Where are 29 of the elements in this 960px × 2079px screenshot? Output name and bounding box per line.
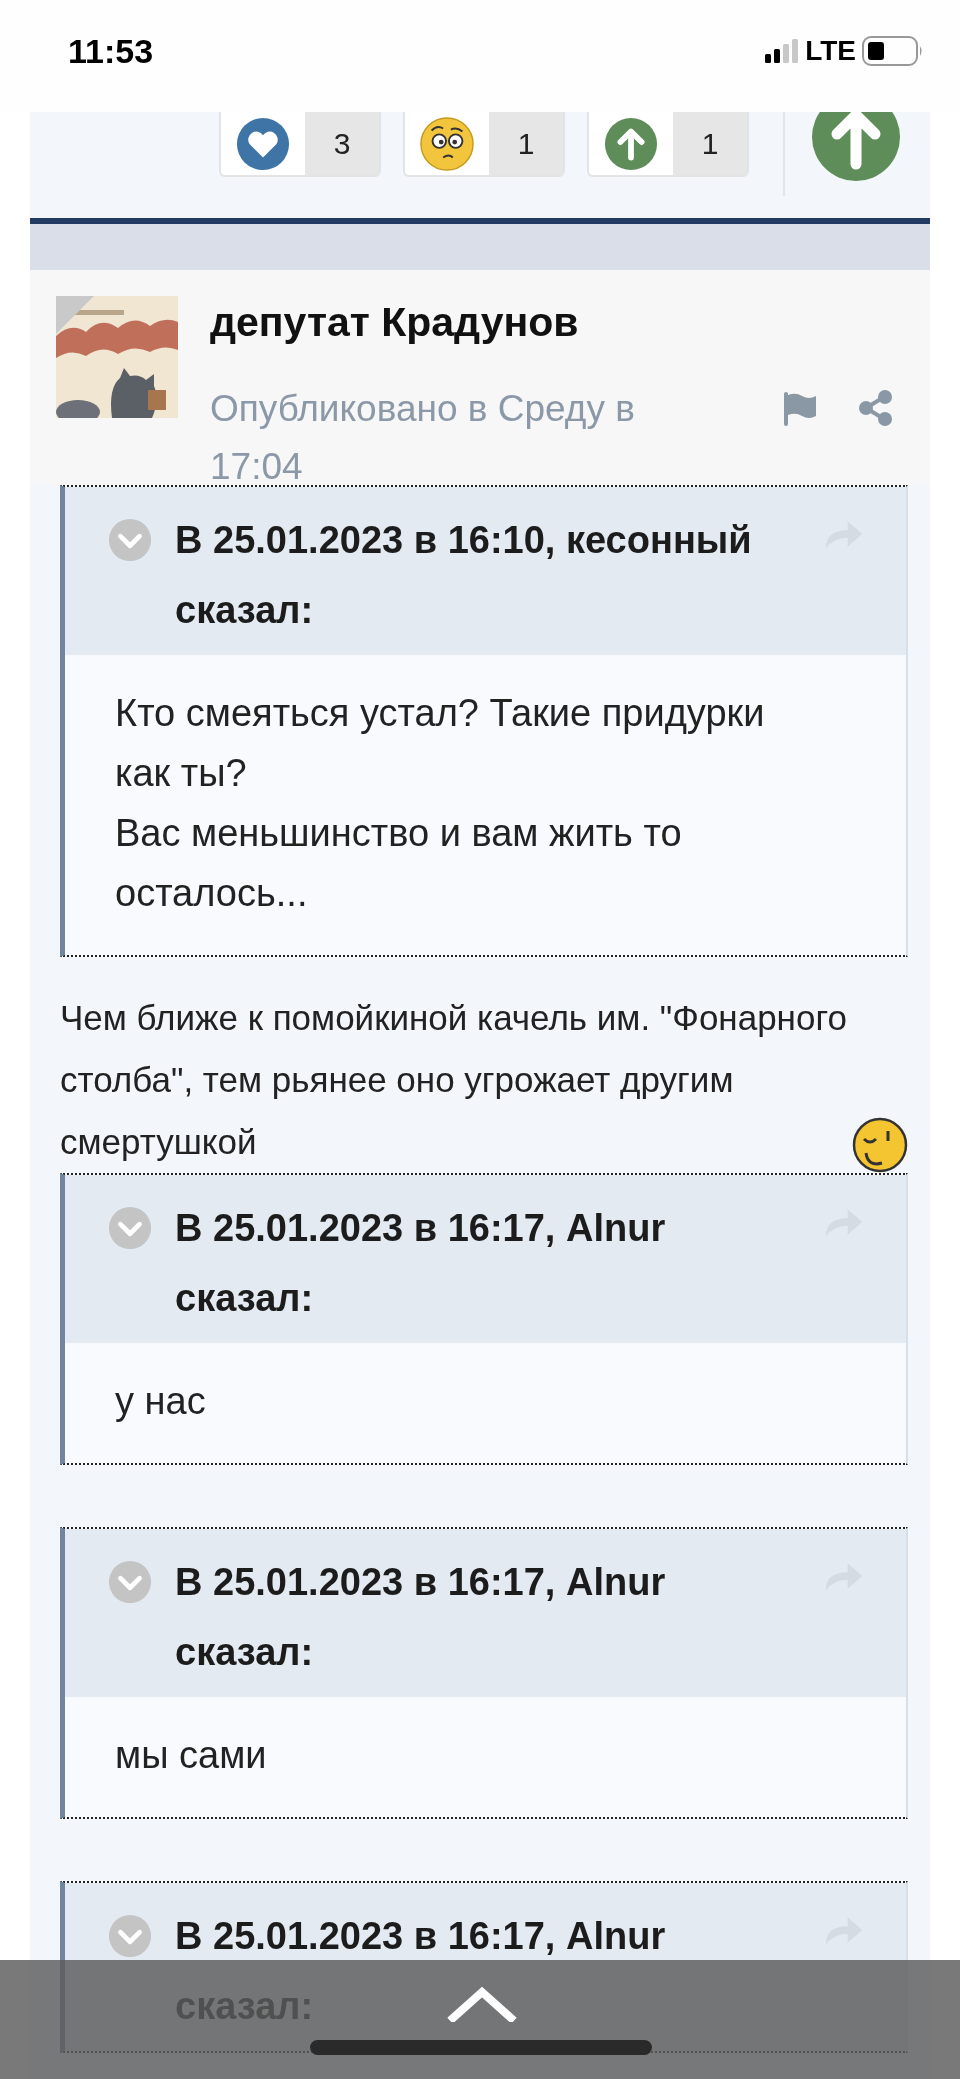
- collapse-icon[interactable]: [107, 1205, 153, 1251]
- reaction-count: 3: [305, 112, 379, 175]
- collapse-icon[interactable]: [107, 1913, 153, 1959]
- quote-text: Кто смеяться устал? Такие придурки как ты?: [115, 691, 766, 796]
- author-name[interactable]: депутат Крадунов: [210, 292, 579, 352]
- quote-text: мы сами: [115, 1733, 268, 1778]
- quote-text: у нас: [115, 1379, 207, 1424]
- post-text: Чем ближе к помойкиной качель им. "Фонарного столба", тем рьянее оно угрожает другим смертушкой: [60, 997, 848, 1163]
- reaction-button[interactable]: 1: [587, 112, 749, 177]
- confused-face-icon: [420, 116, 474, 171]
- reaction-button[interactable]: 1: [403, 112, 565, 177]
- upvote-button[interactable]: [811, 112, 901, 182]
- quote-text: Вас меньшинство и вам жить то осталось...: [115, 811, 683, 916]
- smiley-icon: [852, 1117, 908, 1173]
- quote-attribution[interactable]: В 25.01.2023 в 16:10, кесонный сказал:: [175, 505, 796, 645]
- home-indicator[interactable]: [310, 2040, 652, 2055]
- collapse-icon[interactable]: [107, 1559, 153, 1605]
- reaction-count: 1: [673, 112, 747, 175]
- post-date: Опубликовано в Среду в 17:04: [210, 387, 636, 489]
- quote-attribution[interactable]: В 25.01.2023 в 16:17, Alnur сказал:: [175, 1547, 796, 1687]
- network-label: LTE: [805, 35, 856, 67]
- quote-attribution[interactable]: В 25.01.2023 в 16:17, Alnur сказал:: [175, 1193, 796, 1333]
- chevron-up-icon[interactable]: [447, 1986, 517, 2022]
- collapse-icon[interactable]: [107, 517, 153, 563]
- signal-icon: [765, 39, 800, 63]
- reaction-button[interactable]: 3: [219, 112, 381, 177]
- battery-icon: [862, 36, 924, 66]
- reaction-count: 1: [489, 112, 563, 175]
- clock-time: 11:53: [68, 31, 154, 71]
